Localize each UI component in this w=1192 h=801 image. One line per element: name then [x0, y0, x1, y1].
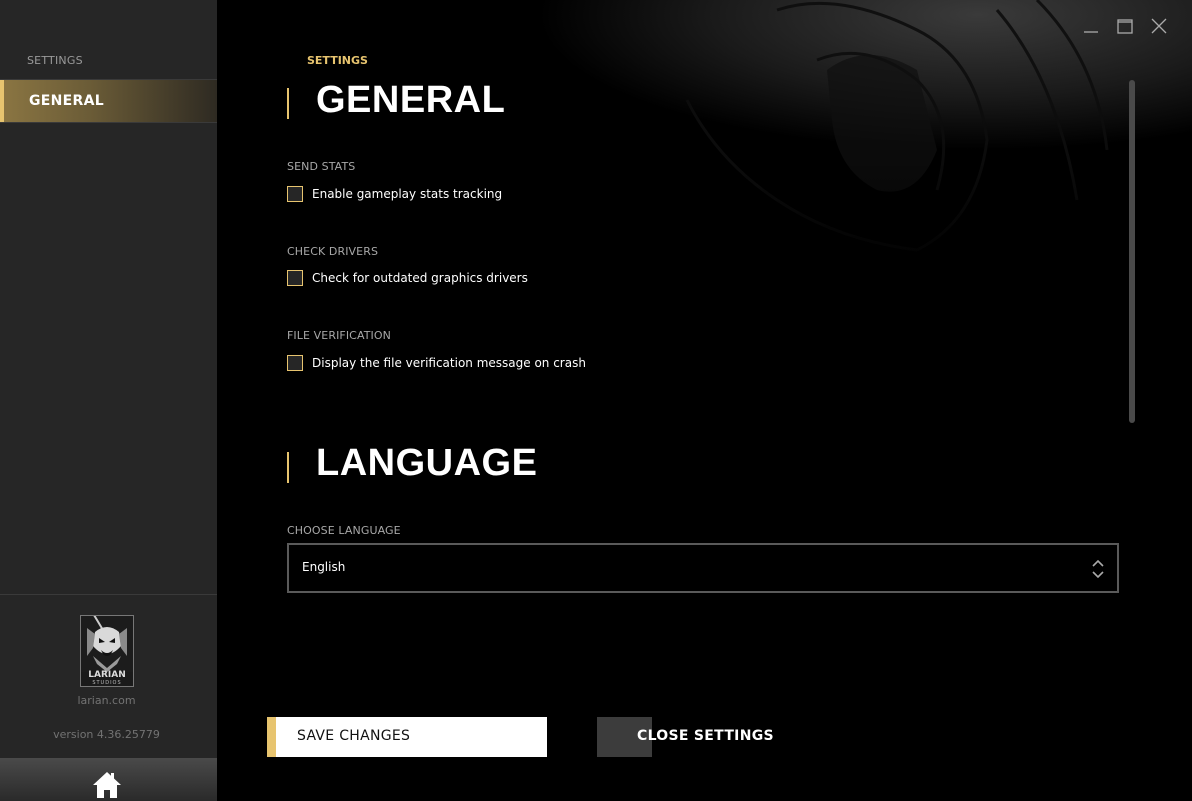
close-settings-button[interactable]: CLOSE SETTINGS — [597, 717, 797, 757]
sidebar-item-label: GENERAL — [29, 93, 104, 109]
file-verification-text: Display the file verification message on… — [312, 356, 586, 370]
home-icon — [93, 772, 121, 798]
language-select-value: English — [302, 560, 346, 574]
section-title-general: GENERAL — [316, 79, 506, 121]
send-stats-label: SEND STATS — [287, 160, 356, 173]
window-controls — [1082, 17, 1168, 35]
close-settings-label: CLOSE SETTINGS — [637, 728, 774, 744]
stats-tracking-text: Enable gameplay stats tracking — [312, 187, 503, 201]
sidebar-heading: SETTINGS — [27, 54, 83, 67]
sidebar-divider — [0, 122, 217, 123]
select-arrows-icon — [1092, 559, 1104, 579]
check-drivers-label: CHECK DRIVERS — [287, 245, 379, 258]
section-title-language: LANGUAGE — [316, 442, 538, 484]
sidebar-item-general[interactable]: GENERAL — [0, 80, 217, 122]
save-changes-label: SAVE CHANGES — [297, 728, 411, 744]
logo-subtitle: STUDIOS — [92, 680, 122, 686]
check-drivers-text: Check for outdated graphics drivers — [312, 271, 528, 285]
check-drivers-option[interactable]: Check for outdated graphics drivers — [287, 270, 528, 286]
check-drivers-checkbox[interactable] — [287, 270, 303, 286]
sidebar-divider — [0, 594, 217, 595]
choose-language-label: CHOOSE LANGUAGE — [287, 524, 401, 537]
stats-tracking-option[interactable]: Enable gameplay stats tracking — [287, 186, 502, 202]
maximize-icon[interactable] — [1116, 17, 1134, 35]
version-text: version 4.36.25779 — [53, 728, 160, 741]
site-link[interactable]: larian.com — [0, 694, 213, 707]
minimize-icon[interactable] — [1082, 17, 1100, 35]
file-verification-label: FILE VERIFICATION — [287, 329, 391, 342]
close-icon[interactable] — [1150, 17, 1168, 35]
save-changes-button[interactable]: SAVE CHANGES — [267, 717, 547, 757]
file-verification-option[interactable]: Display the file verification message on… — [287, 355, 586, 371]
section-accent-bar — [287, 88, 289, 119]
language-select[interactable]: English — [287, 543, 1119, 593]
settings-panel: SETTINGS GENERAL SEND STATS Enable gamep… — [217, 0, 1192, 801]
larian-logo: LARIAN STUDIOS — [80, 615, 134, 687]
sidebar: SETTINGS GENERAL LARIAN STUDIOS larian.c… — [0, 0, 217, 801]
home-button[interactable] — [0, 758, 217, 801]
scrollbar[interactable] — [1129, 80, 1135, 423]
breadcrumb: SETTINGS — [307, 54, 368, 67]
section-accent-bar — [287, 452, 289, 483]
stats-tracking-checkbox[interactable] — [287, 186, 303, 202]
file-verification-checkbox[interactable] — [287, 355, 303, 371]
logo-wordmark: LARIAN — [88, 670, 126, 680]
larian-crest-icon — [81, 616, 133, 672]
